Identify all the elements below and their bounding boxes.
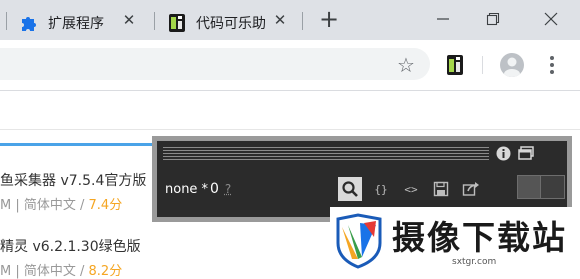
list-item-title[interactable]: 精灵 v6.2.1.30绿色版 [0,236,141,256]
braces-icon[interactable]: {} [371,179,391,199]
close-icon[interactable]: ✕ [272,11,288,29]
minimize-icon[interactable] [432,8,454,30]
list-item-meta-prefix: M | 简体中文 / [0,264,89,279]
mode-toggle[interactable] [517,175,565,199]
help-link[interactable]: ? [225,182,231,196]
list-item-title[interactable]: 鱼采集器 v7.5.4官方版 [0,170,146,190]
list-item-score: 7.4分 [88,198,123,213]
search-icon[interactable] [338,177,362,201]
list-item-meta: M | 简体中文 / 7.4分 [0,194,122,213]
bookmark-star-icon[interactable]: ☆ [395,54,417,76]
toolbar-separator [482,56,483,74]
watermark-text: 摄像下载站 [392,218,567,257]
tab-code-cola[interactable]: 代码可乐助 [168,6,268,40]
tab-separator [154,12,155,30]
tab-label: 代码可乐助 [196,16,266,32]
profile-avatar-icon[interactable] [500,53,524,77]
extension-icon [168,13,186,33]
address-bar[interactable] [0,48,430,80]
share-icon[interactable] [461,179,481,199]
extension-icon[interactable] [446,54,464,76]
save-icon[interactable] [431,179,451,199]
tab-separator [302,12,303,30]
tab-strip: 扩展程序 ✕ 代码可乐助 ✕ + [0,0,580,40]
angle-brackets-icon[interactable]: <> [401,179,421,199]
new-tab-button[interactable]: + [318,7,340,31]
kebab-menu-icon[interactable] [544,54,560,76]
restore-icon[interactable] [482,8,504,30]
overlay-panel: none * 0? {} <> [157,141,567,217]
star-mark: * [201,182,208,197]
window-icon[interactable] [517,145,535,161]
puzzle-icon [20,14,38,32]
close-icon[interactable]: ✕ [121,11,137,29]
list-item-meta: M | 简体中文 / 8.2分 [0,260,122,279]
tab-separator [6,12,7,30]
active-underline [0,143,155,146]
list-item-score: 8.2分 [88,264,123,279]
count-value: 0 [209,181,219,197]
browser-toolbar: ☆ [0,40,580,91]
watermark-logo [334,213,384,269]
selector-output: none * 0? [165,181,231,197]
list-item-meta-prefix: M | 简体中文 / [0,198,89,213]
watermark-url: sxtgr.com [452,257,497,267]
info-icon[interactable] [495,145,511,161]
content-divider [0,129,580,130]
watermark: 摄像下载站 sxtgr.com [330,207,580,274]
selector-value: none [165,182,198,197]
close-window-icon[interactable] [540,8,562,30]
tab-label: 扩展程序 [48,16,104,32]
toggle-option-left[interactable] [518,176,541,198]
toggle-option-right[interactable] [541,176,564,198]
match-count: * 0 [201,181,219,197]
drag-handle[interactable] [163,147,489,161]
